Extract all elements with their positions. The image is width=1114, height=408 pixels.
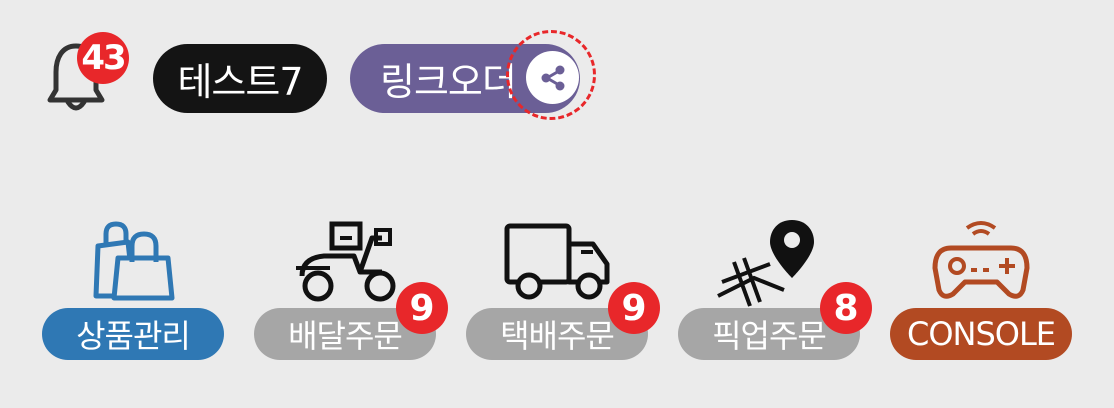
link-order-label: 링크오더 — [380, 60, 517, 104]
menu-item-console[interactable]: CONSOLE — [890, 216, 1072, 366]
menu-item-delivery[interactable]: 배달주문 9 — [254, 216, 448, 366]
menu-label-products: 상품관리 — [42, 308, 224, 360]
delivery-count-badge: 9 — [396, 282, 448, 334]
share-button[interactable] — [526, 51, 579, 104]
shopping-bags-icon — [42, 216, 224, 306]
menu-label-console: CONSOLE — [890, 308, 1072, 360]
gamepad-icon — [890, 216, 1072, 306]
share-icon — [541, 65, 564, 90]
notification-badge: 43 — [77, 32, 129, 84]
menu-item-pickup[interactable]: 픽업주문 8 — [678, 216, 872, 366]
menu-item-parcel[interactable]: 택배주문 9 — [466, 216, 660, 366]
pickup-count-badge: 8 — [820, 282, 872, 334]
store-name-button[interactable]: 테스트7 — [153, 44, 327, 113]
parcel-count-badge: 9 — [608, 282, 660, 334]
menu-item-products[interactable]: 상품관리 — [42, 216, 224, 366]
